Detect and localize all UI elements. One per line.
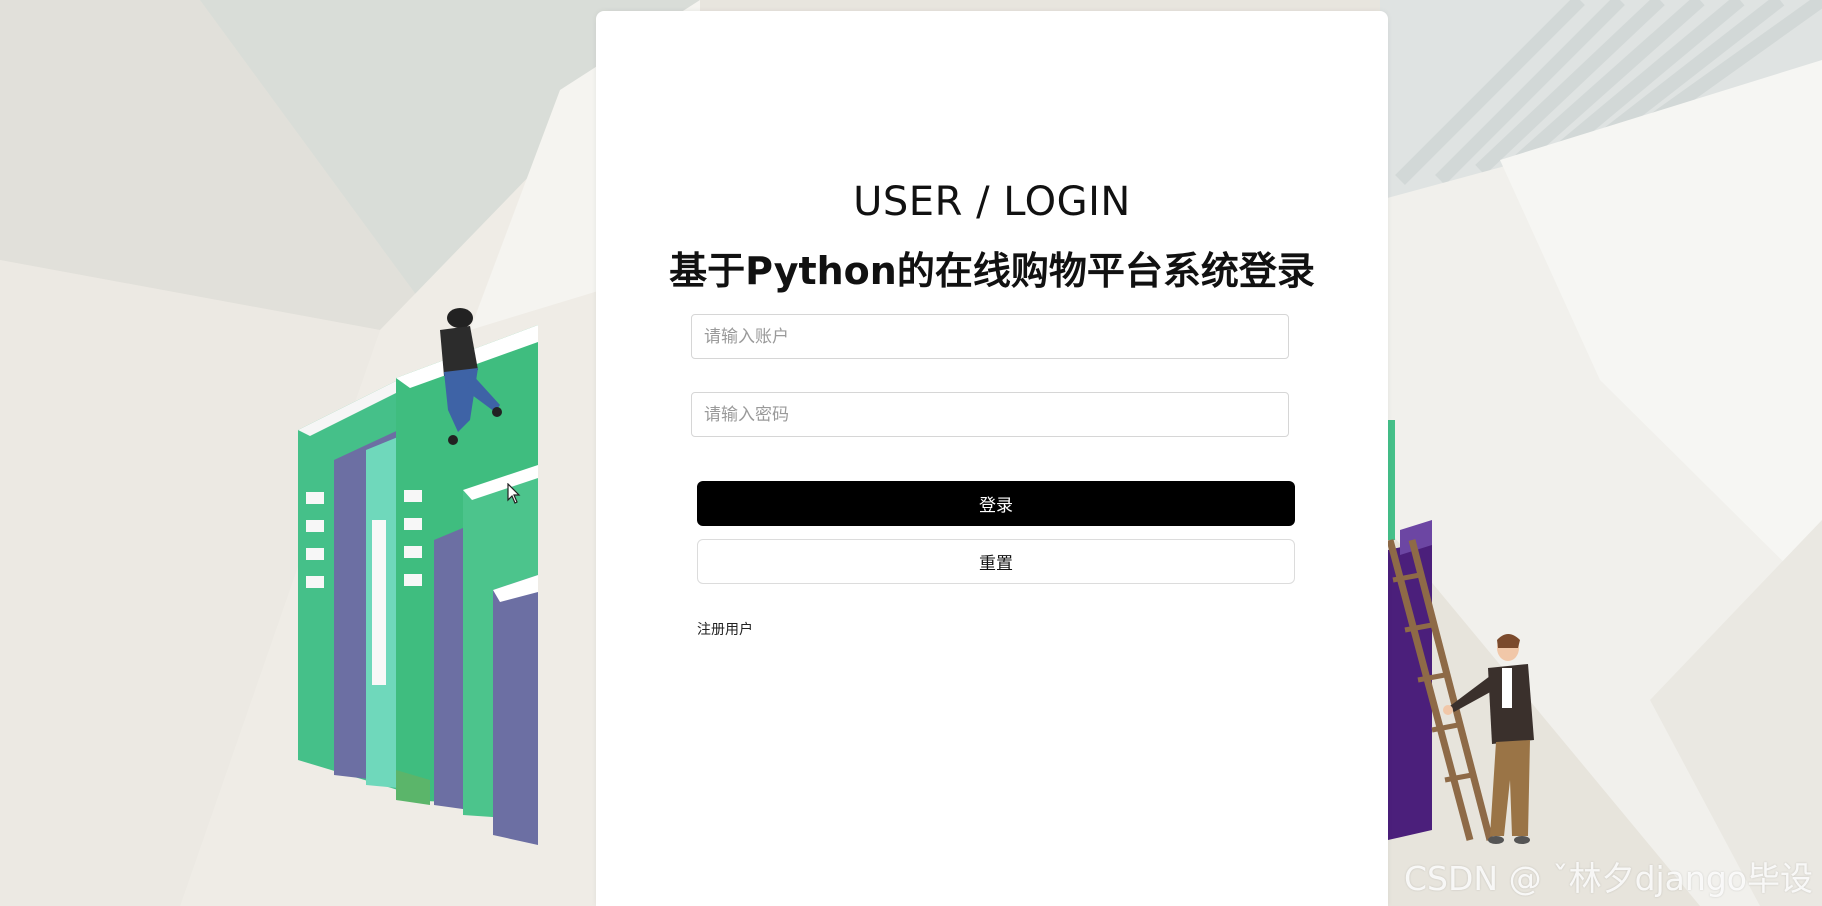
login-page: USER / LOGIN 基于Python的在线购物平台系统登录 登录 重置 注… <box>0 0 1822 906</box>
page-title-english: USER / LOGIN <box>853 179 1131 225</box>
password-input[interactable] <box>691 392 1289 437</box>
login-button[interactable]: 登录 <box>697 481 1295 526</box>
page-title-chinese: 基于Python的在线购物平台系统登录 <box>669 249 1315 293</box>
mouse-cursor-icon <box>507 483 521 504</box>
reset-button[interactable]: 重置 <box>697 539 1295 584</box>
login-card: USER / LOGIN 基于Python的在线购物平台系统登录 登录 重置 注… <box>596 11 1388 906</box>
csdn-watermark: CSDN @ ˇ林夕django毕设 <box>1404 859 1813 898</box>
username-input[interactable] <box>691 314 1289 359</box>
register-link[interactable]: 注册用户 <box>697 619 753 639</box>
